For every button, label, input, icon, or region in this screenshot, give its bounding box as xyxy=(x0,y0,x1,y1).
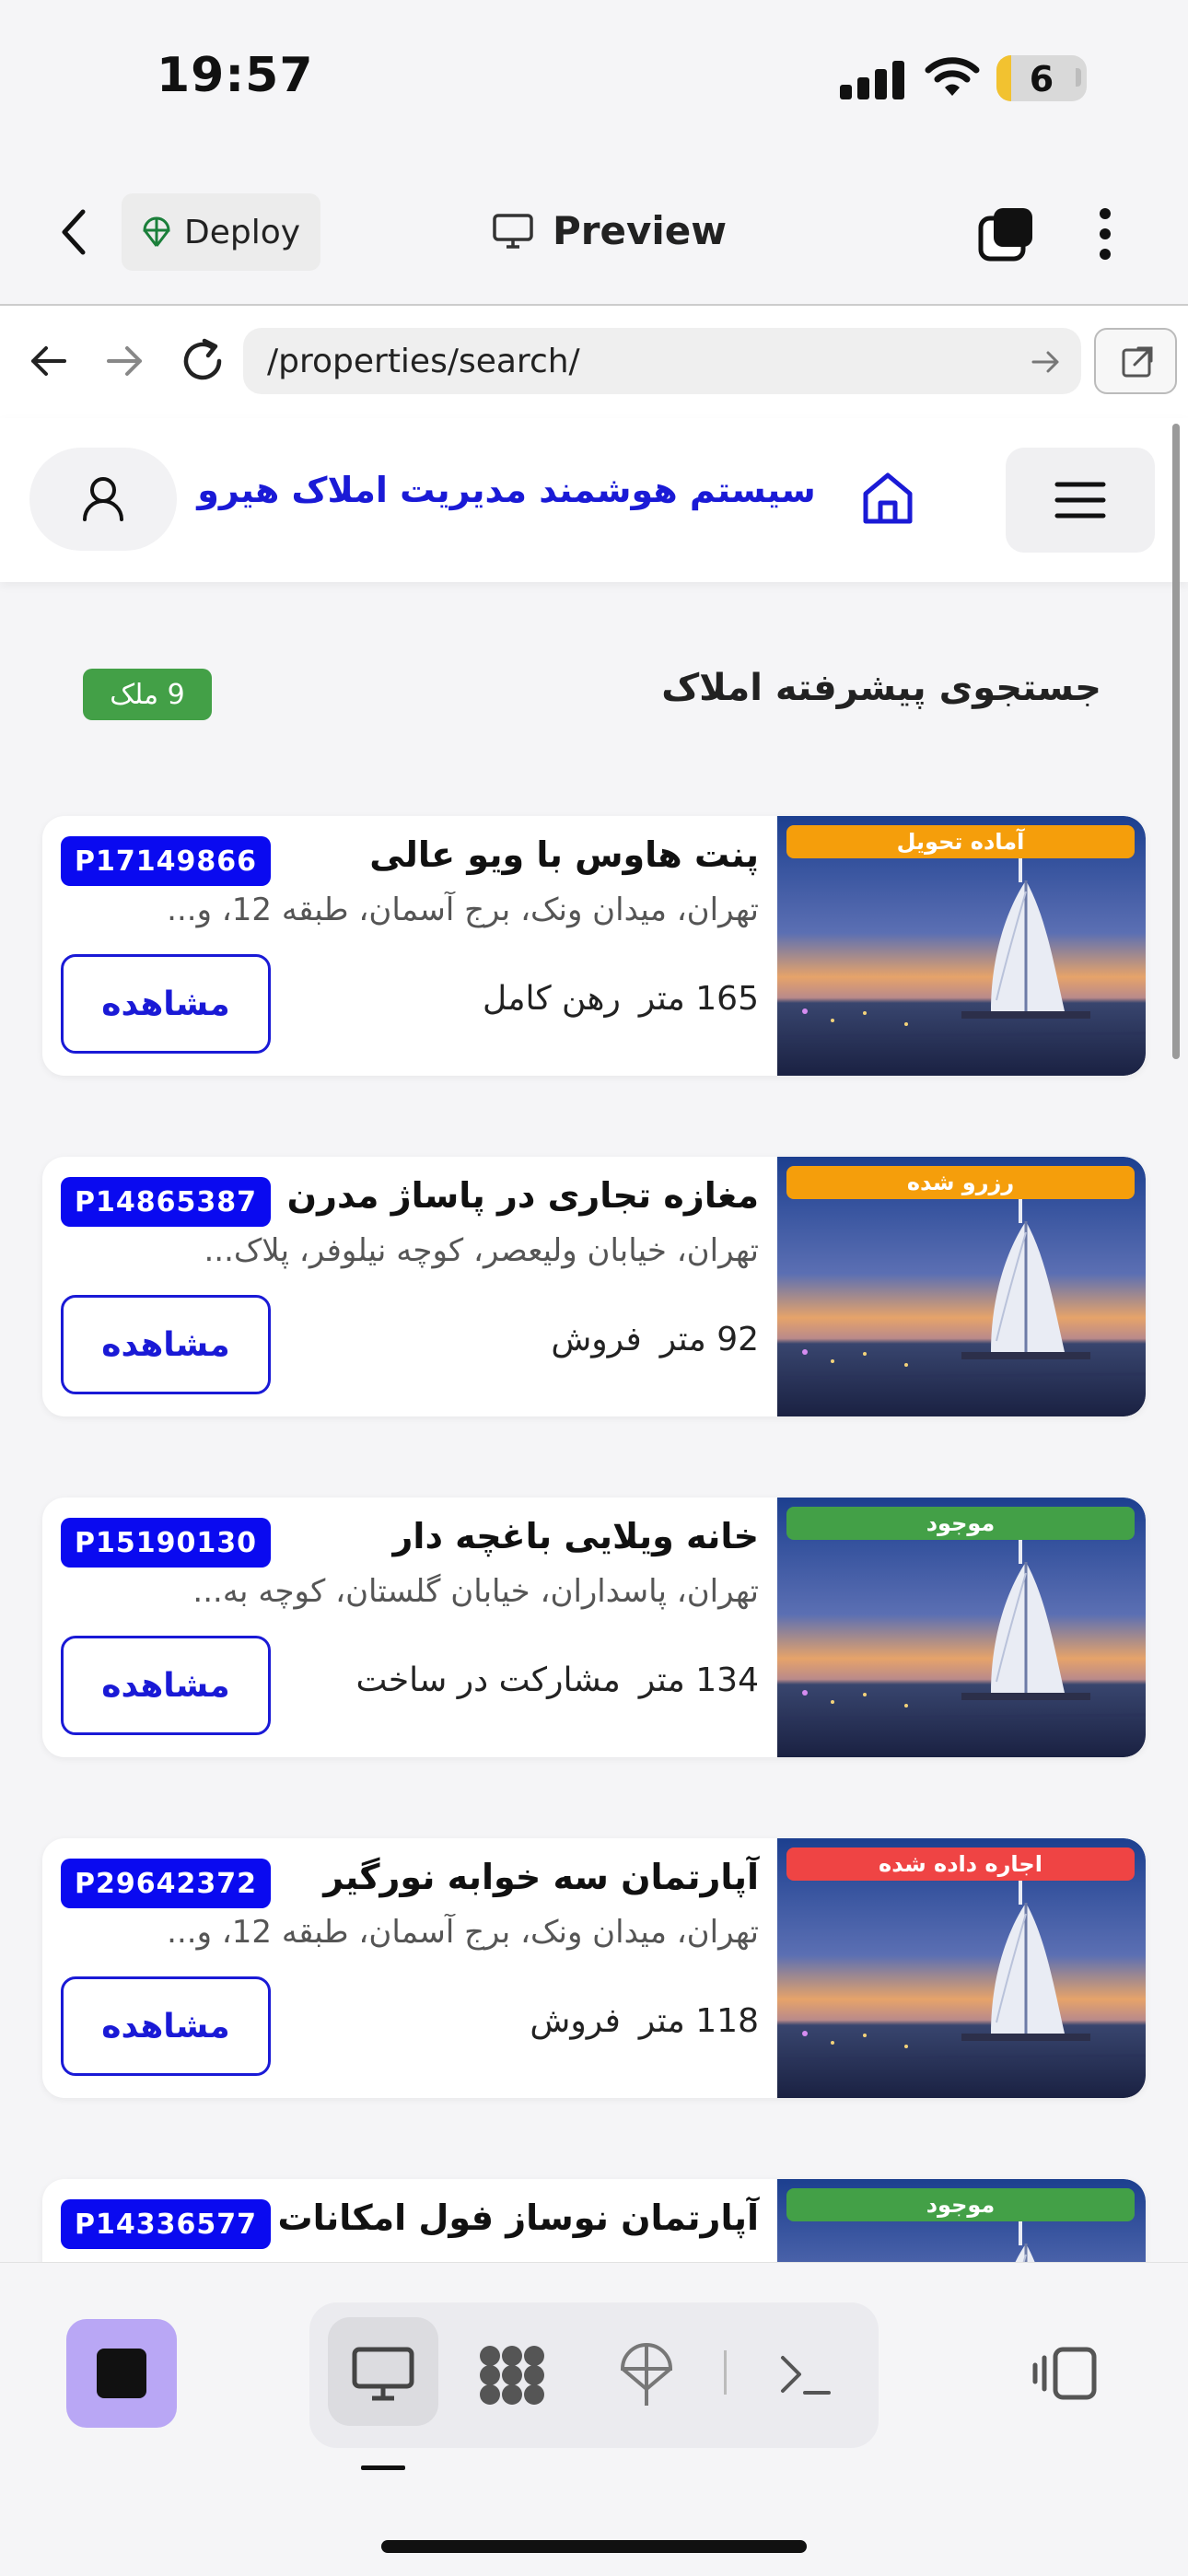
status-badge: رزرو شده xyxy=(786,1166,1135,1199)
status-badge: موجود xyxy=(786,2188,1135,2221)
property-name: مغازه تجاری در پاساژ مدرن xyxy=(286,1175,759,1216)
property-area: 118 متر xyxy=(638,2002,759,2040)
go-arrow-icon[interactable] xyxy=(1030,348,1063,376)
property-card[interactable]: اجاره داده شده آپارتمان سه خوابه نورگیر … xyxy=(42,1838,1146,2098)
property-address: تهران، خیابان ولیعصر، کوچه نیلوفر، پلاک.… xyxy=(204,1232,759,1269)
more-options-icon[interactable] xyxy=(1087,206,1124,262)
deploy-icon xyxy=(143,216,170,247)
property-area: 134 متر xyxy=(638,1661,759,1699)
stop-button[interactable] xyxy=(66,2319,177,2428)
home-indicator[interactable] xyxy=(381,2540,807,2553)
view-button[interactable]: مشاهده xyxy=(61,1295,271,1394)
reload-icon[interactable] xyxy=(177,335,228,387)
active-tab-indicator xyxy=(361,2465,405,2470)
user-profile-button[interactable] xyxy=(29,448,177,551)
preview-tab[interactable]: Preview xyxy=(492,208,727,253)
open-external-button[interactable] xyxy=(1094,328,1177,394)
page-scrollbar[interactable] xyxy=(1172,424,1180,1059)
property-name: پنت هاوس با ویو عالی xyxy=(369,834,759,875)
property-deal-type: رهن کامل xyxy=(482,980,621,1018)
cellular-signal-icon xyxy=(840,61,906,99)
battery-indicator: 6 xyxy=(996,55,1087,101)
property-code-badge: P14336577 xyxy=(61,2199,271,2249)
tabs-icon[interactable] xyxy=(978,206,1035,262)
status-time: 19:57 xyxy=(157,48,314,103)
property-area: 92 متر xyxy=(659,1321,759,1358)
stop-icon xyxy=(97,2349,146,2398)
property-name: خانه ویلایی باغچه دار xyxy=(392,1516,759,1556)
status-badge: آماده تحویل xyxy=(786,825,1135,858)
view-button[interactable]: مشاهده xyxy=(61,1636,271,1735)
view-button[interactable]: مشاهده xyxy=(61,954,271,1054)
battery-tip xyxy=(1076,68,1081,87)
results-title: جستجوی پیشرفته املاک xyxy=(661,667,1101,709)
figma-components-icon[interactable] xyxy=(477,2343,547,2407)
property-card[interactable]: موجود خانه ویلایی باغچه دار تهران، پاسدا… xyxy=(42,1498,1146,1757)
wifi-icon xyxy=(925,57,980,96)
back-chevron-icon[interactable] xyxy=(55,206,92,258)
status-badge: موجود xyxy=(786,1507,1135,1540)
status-badge: اجاره داده شده xyxy=(786,1847,1135,1881)
deploy-label: Deploy xyxy=(183,213,301,251)
property-name: آپارتمان نوساز فول امکانات xyxy=(277,2197,760,2238)
deploy-tab-icon[interactable] xyxy=(619,2343,674,2409)
property-deal-type: فروش xyxy=(530,2002,621,2040)
deploy-button[interactable]: Deploy xyxy=(122,193,320,271)
property-deal-type: فروش xyxy=(551,1321,642,1358)
property-code-badge: P15190130 xyxy=(61,1518,271,1568)
property-deal-type: مشارکت در ساخت xyxy=(355,1661,621,1699)
results-count-badge: 9 ملک xyxy=(83,669,212,720)
property-area: 165 متر xyxy=(638,980,759,1018)
preview-label: Preview xyxy=(553,208,728,253)
property-card[interactable]: آماده تحویل پنت هاوس با ویو عالی تهران، … xyxy=(42,816,1146,1076)
user-icon xyxy=(83,477,123,521)
property-address: تهران، میدان ونک، برج آسمان، طبقه 12، و.… xyxy=(167,1914,759,1951)
browser-forward-icon[interactable] xyxy=(101,337,149,385)
property-address: تهران، میدان ونک، برج آسمان، طبقه 12، و.… xyxy=(167,892,759,928)
home-icon[interactable] xyxy=(860,470,915,527)
url-text: /properties/search/ xyxy=(267,342,580,380)
menu-button[interactable] xyxy=(1006,448,1155,553)
property-name: آپارتمان سه خوابه نورگیر xyxy=(323,1857,759,1897)
terminal-icon[interactable] xyxy=(779,2352,831,2398)
property-address: تهران، پاسداران، خیابان گلستان، کوچه به.… xyxy=(192,1573,759,1610)
hamburger-menu-icon xyxy=(1054,482,1106,519)
site-title[interactable]: سیستم هوشمند مدیریت املاک هیرو xyxy=(184,470,829,510)
view-button[interactable]: مشاهده xyxy=(61,1976,271,2076)
property-code-badge: P29642372 xyxy=(61,1859,271,1908)
external-link-icon xyxy=(1122,346,1153,378)
url-field[interactable]: /properties/search/ xyxy=(243,328,1081,394)
property-card[interactable]: رزرو شده مغازه تجاری در پاساژ مدرن تهران… xyxy=(42,1157,1146,1416)
desktop-monitor-icon xyxy=(352,2347,414,2401)
browser-back-icon[interactable] xyxy=(24,337,72,385)
monitor-icon xyxy=(493,213,533,249)
property-code-badge: P17149866 xyxy=(61,836,271,886)
side-panel-icon[interactable] xyxy=(1031,2347,1098,2400)
battery-level: 6 xyxy=(1029,59,1054,99)
property-code-badge: P14865387 xyxy=(61,1177,271,1227)
segment-divider xyxy=(724,2350,727,2395)
